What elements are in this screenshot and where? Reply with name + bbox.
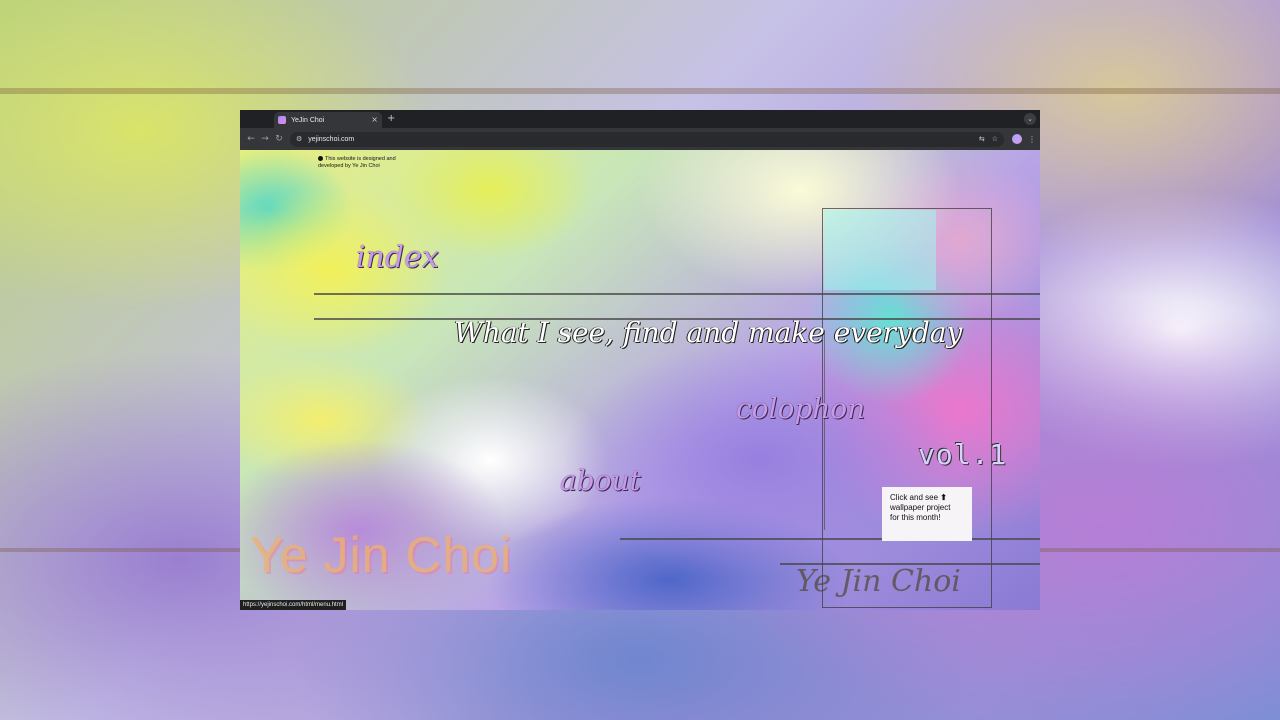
site-info-icon[interactable]: ⚙	[296, 135, 302, 143]
address-bar[interactable]: ⚙ yejinschoi.com ⇆ ☆	[290, 131, 1004, 147]
signature-scribble: Ye Jin Choi	[796, 564, 961, 599]
profile-avatar[interactable]	[1012, 134, 1022, 144]
tab-title: YeJin Choi	[291, 116, 325, 124]
site-credit: This website is designed and developed b…	[318, 156, 418, 170]
nav-link-index[interactable]: index	[356, 240, 439, 275]
background-stripe	[0, 88, 1280, 94]
reload-button[interactable]: ↻	[272, 134, 286, 144]
back-button[interactable]: ←	[244, 134, 258, 144]
browser-tab[interactable]: YeJin Choi ×	[274, 112, 382, 128]
wallpaper-note-line1: Click and see	[890, 493, 939, 502]
browser-toolbar: ← → ↻ ⚙ yejinschoi.com ⇆ ☆ ⋮	[240, 128, 1040, 150]
favicon-icon	[278, 116, 286, 124]
wallpaper-note-line2: wallpaper project	[890, 503, 951, 512]
tab-bar: YeJin Choi × + ⌄	[240, 110, 1040, 128]
bookmark-star-icon[interactable]: ☆	[992, 135, 998, 143]
arrow-up-icon: ⬆	[940, 493, 947, 502]
wallpaper-project-button[interactable]: Click and see ⬆ wallpaper project for th…	[882, 487, 972, 541]
decorative-divider	[824, 330, 825, 530]
volume-label: vol.1	[918, 438, 1008, 471]
translate-icon[interactable]: ⇆	[979, 135, 985, 143]
close-icon[interactable]: ×	[371, 116, 378, 124]
wallpaper-note-line3: for this month!	[890, 513, 941, 522]
credit-dot-icon	[318, 156, 323, 162]
tab-search-icon[interactable]: ⌄	[1024, 113, 1036, 125]
new-tab-button[interactable]: +	[387, 112, 395, 126]
decorative-line	[314, 293, 1040, 295]
forward-button[interactable]: →	[258, 134, 272, 144]
url-text[interactable]: yejinschoi.com	[308, 136, 972, 143]
nav-link-colophon[interactable]: colophon	[736, 392, 865, 425]
page-tagline: What I see, find and make everyday	[454, 316, 963, 349]
page-viewport: This website is designed and developed b…	[240, 150, 1040, 610]
link-status-bar: https://yejinschoi.com/html/menu.html	[240, 600, 347, 610]
browser-menu-icon[interactable]: ⋮	[1028, 135, 1036, 144]
artist-name-watermark: Ye Jin Choi	[250, 527, 513, 583]
nav-link-about[interactable]: about	[560, 464, 641, 497]
browser-window: YeJin Choi × + ⌄ ← → ↻ ⚙ yejinschoi.com …	[240, 110, 1040, 610]
credit-text: This website is designed and developed b…	[318, 156, 396, 169]
decorative-line	[620, 538, 1040, 540]
